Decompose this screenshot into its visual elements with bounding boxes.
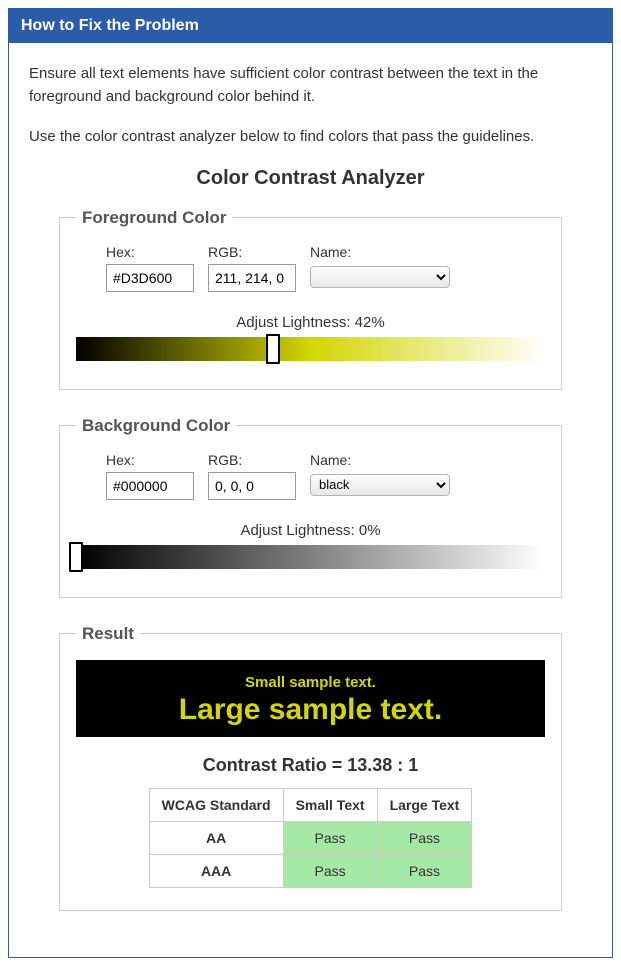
fg-hex-label: Hex:	[106, 244, 194, 260]
contrast-ratio: Contrast Ratio = 13.38 : 1	[76, 755, 545, 776]
bg-name-col: Name: black	[310, 452, 450, 500]
fg-name-col: Name:	[310, 244, 450, 292]
bg-hex-col: Hex:	[106, 452, 194, 500]
panel-body: Ensure all text elements have sufficient…	[9, 43, 612, 957]
bg-slider-thumb[interactable]	[69, 542, 83, 572]
sample-large-text: Large sample text.	[76, 693, 545, 727]
sample-small-text: Small sample text.	[76, 674, 545, 691]
analyzer-title: Color Contrast Analyzer	[29, 167, 592, 190]
panel-title: How to Fix the Problem	[21, 17, 199, 34]
cell-large: Pass	[377, 854, 472, 887]
table-row: AA Pass Pass	[149, 821, 472, 854]
cell-large: Pass	[377, 821, 472, 854]
panel-header: How to Fix the Problem	[9, 9, 612, 43]
result-fieldset: Result Small sample text. Large sample t…	[59, 624, 562, 911]
bg-hex-input[interactable]	[106, 472, 194, 500]
bg-slider[interactable]	[76, 545, 545, 575]
bg-rgb-label: RGB:	[208, 452, 296, 468]
cell-small: Pass	[283, 854, 377, 887]
background-fieldset: Background Color Hex: RGB: Name: black	[59, 416, 562, 598]
sample-box: Small sample text. Large sample text.	[76, 660, 545, 737]
fg-hex-input[interactable]	[106, 264, 194, 292]
background-legend: Background Color	[76, 416, 236, 436]
bg-lightness-label: Adjust Lightness: 0%	[76, 522, 545, 539]
th-standard: WCAG Standard	[149, 788, 283, 821]
intro-p2: Use the color contrast analyzer below to…	[29, 126, 592, 149]
th-small: Small Text	[283, 788, 377, 821]
foreground-legend: Foreground Color	[76, 208, 232, 228]
bg-hex-label: Hex:	[106, 452, 194, 468]
fg-slider-thumb[interactable]	[266, 334, 280, 364]
fg-lightness-label: Adjust Lightness: 42%	[76, 314, 545, 331]
background-fields: Hex: RGB: Name: black	[106, 452, 545, 500]
bg-slider-track	[76, 545, 545, 569]
foreground-fieldset: Foreground Color Hex: RGB: Name:	[59, 208, 562, 390]
cell-standard: AAA	[149, 854, 283, 887]
result-legend: Result	[76, 624, 140, 644]
bg-name-select[interactable]: black	[310, 474, 450, 496]
th-large: Large Text	[377, 788, 472, 821]
fg-rgb-col: RGB:	[208, 244, 296, 292]
foreground-fields: Hex: RGB: Name:	[106, 244, 545, 292]
results-table: WCAG Standard Small Text Large Text AA P…	[149, 788, 473, 888]
fg-name-select[interactable]	[310, 266, 450, 288]
table-row: AAA Pass Pass	[149, 854, 472, 887]
intro-p1: Ensure all text elements have sufficient…	[29, 63, 592, 108]
fg-slider-track	[76, 337, 545, 361]
bg-rgb-input[interactable]	[208, 472, 296, 500]
fg-hex-col: Hex:	[106, 244, 194, 292]
fg-rgb-label: RGB:	[208, 244, 296, 260]
results-header-row: WCAG Standard Small Text Large Text	[149, 788, 472, 821]
analyzer-wrap: Foreground Color Hex: RGB: Name:	[29, 208, 592, 911]
fg-slider[interactable]	[76, 337, 545, 367]
bg-name-label: Name:	[310, 452, 450, 468]
fg-name-label: Name:	[310, 244, 450, 260]
fg-rgb-input[interactable]	[208, 264, 296, 292]
cell-standard: AA	[149, 821, 283, 854]
bg-rgb-col: RGB:	[208, 452, 296, 500]
fix-panel: How to Fix the Problem Ensure all text e…	[8, 8, 613, 958]
cell-small: Pass	[283, 821, 377, 854]
